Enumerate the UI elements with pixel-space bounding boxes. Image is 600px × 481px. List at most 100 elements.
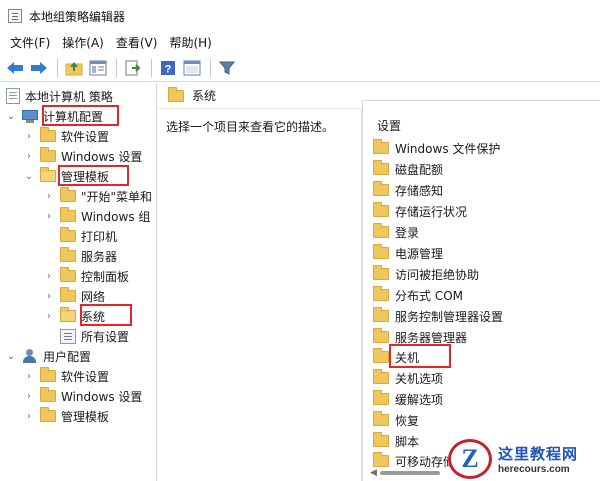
properties-icon[interactable] <box>181 57 203 79</box>
tree-item-user-config[interactable]: ⌄ 用户配置 <box>6 346 91 366</box>
watermark: Z 这里教程网 herecours.com <box>448 436 600 481</box>
list-item[interactable]: 脚本 <box>373 431 419 451</box>
tree-item-printers[interactable]: 打印机 <box>60 226 117 246</box>
list-item-label: 访问被拒绝协助 <box>395 267 480 282</box>
chevron-right-icon[interactable]: › <box>24 411 34 422</box>
tree-item-label: 用户配置 <box>43 349 92 364</box>
list-item[interactable]: 恢复 <box>373 410 419 430</box>
tree-item-label: 软件设置 <box>61 129 110 144</box>
tree-item-network[interactable]: › 网络 <box>44 286 105 306</box>
list-item[interactable]: 缓解选项 <box>373 389 443 409</box>
scroll-thumb[interactable] <box>380 471 440 475</box>
folder-icon <box>373 348 389 363</box>
list-item-label: 电源管理 <box>395 246 444 261</box>
list-item[interactable]: 访问被拒绝协助 <box>373 264 479 284</box>
computer-icon <box>22 109 38 123</box>
export-icon[interactable] <box>122 57 144 79</box>
tree-item-start-menu[interactable]: › "开始"菜单和 <box>44 186 152 206</box>
settings-list-icon <box>60 328 76 344</box>
folder-icon <box>40 387 56 402</box>
folder-icon <box>373 452 389 467</box>
show-hide-tree-icon[interactable] <box>87 57 109 79</box>
chevron-right-icon[interactable]: › <box>24 131 34 142</box>
tree-item-root[interactable]: 本地计算机 策略 <box>6 86 113 106</box>
chevron-right-icon[interactable]: › <box>44 311 54 322</box>
folder-icon <box>373 160 389 175</box>
scroll-left-icon[interactable]: ◀ <box>370 468 380 478</box>
list-item[interactable]: 关机选项 <box>373 368 443 388</box>
back-icon[interactable] <box>4 57 26 79</box>
folder-open-icon <box>60 307 76 322</box>
highlight-box <box>80 304 132 326</box>
list-item[interactable]: 存储感知 <box>373 180 443 200</box>
menu-file[interactable]: 文件(F) <box>4 32 56 54</box>
column-header-settings[interactable]: 设置 <box>377 117 401 134</box>
chevron-right-icon[interactable]: › <box>44 271 54 282</box>
tree-item-all-settings[interactable]: 所有设置 <box>60 326 129 346</box>
chevron-down-icon[interactable]: ⌄ <box>6 111 16 122</box>
filter-icon[interactable] <box>216 57 238 79</box>
up-folder-icon[interactable] <box>63 57 85 79</box>
tree-item-windows-components[interactable]: › Windows 组 <box>44 206 150 226</box>
list-item[interactable]: 服务控制管理器设置 <box>373 306 503 326</box>
folder-icon <box>60 247 76 262</box>
policy-document-icon <box>6 88 20 104</box>
folder-icon <box>60 267 76 282</box>
tree-item-label: Windows 组 <box>81 209 151 224</box>
folder-icon <box>373 244 389 259</box>
title-bar: 本地组策略编辑器 <box>0 0 600 32</box>
tree-item-label: 管理模板 <box>61 409 110 424</box>
chevron-right-icon[interactable]: › <box>44 291 54 302</box>
folder-icon <box>60 187 76 202</box>
tree-item-servers[interactable]: 服务器 <box>60 246 117 266</box>
forward-icon[interactable] <box>28 57 50 79</box>
chevron-right-icon[interactable]: › <box>24 151 34 162</box>
folder-icon <box>373 286 389 301</box>
watermark-url: herecours.com <box>498 463 570 475</box>
chevron-right-icon[interactable]: › <box>44 191 54 202</box>
description-text: 选择一个项目来查看它的描述。 <box>166 120 335 134</box>
list-item[interactable]: 分布式 COM <box>373 285 463 305</box>
highlight-box <box>389 344 451 368</box>
menu-action[interactable]: 操作(A) <box>56 32 110 54</box>
tree-item-windows-settings[interactable]: › Windows 设置 <box>24 146 142 166</box>
menu-help[interactable]: 帮助(H) <box>163 32 217 54</box>
folder-icon <box>373 328 389 343</box>
tree-item-label: 本地计算机 策略 <box>25 89 113 104</box>
list-item[interactable]: 磁盘配额 <box>373 159 443 179</box>
folder-icon <box>40 367 56 382</box>
tree-item-user-software-settings[interactable]: › 软件设置 <box>24 366 109 386</box>
tree-pane: 本地计算机 策略 ⌄ 计算机配置 › 软件设置 › Windows 设置 ⌄ 管… <box>0 83 157 481</box>
list-item[interactable]: Windows 文件保护 <box>373 138 500 158</box>
chevron-down-icon[interactable]: ⌄ <box>24 171 34 182</box>
horizontal-scrollbar[interactable]: ◀ <box>370 467 460 479</box>
toolbar-separator <box>57 58 58 77</box>
list-item-label: 缓解选项 <box>395 392 444 407</box>
help-icon[interactable]: ? <box>157 57 179 79</box>
list-item[interactable]: 登录 <box>373 222 419 242</box>
list-item-label: Windows 文件保护 <box>395 141 501 156</box>
tree-item-label: Windows 设置 <box>61 389 143 404</box>
list-item-label: 服务控制管理器设置 <box>395 309 504 324</box>
toolbar: ? <box>0 54 600 82</box>
tree-item-software-settings[interactable]: › 软件设置 <box>24 126 109 146</box>
folder-icon <box>373 390 389 405</box>
highlight-box <box>58 165 129 186</box>
folder-icon <box>373 202 389 217</box>
tree-item-label: 软件设置 <box>61 369 110 384</box>
chevron-right-icon[interactable]: › <box>24 371 34 382</box>
list-item-label: 存储感知 <box>395 183 444 198</box>
chevron-right-icon[interactable]: › <box>44 211 54 222</box>
chevron-right-icon[interactable]: › <box>24 391 34 402</box>
tree-item-user-admin-templates[interactable]: › 管理模板 <box>24 406 109 426</box>
list-item[interactable]: 存储运行状况 <box>373 201 467 221</box>
list-item[interactable]: 电源管理 <box>373 243 443 263</box>
tree-item-control-panel[interactable]: › 控制面板 <box>44 266 129 286</box>
tree-item-label: 网络 <box>81 289 106 304</box>
chevron-down-icon[interactable]: ⌄ <box>6 351 16 362</box>
tree-item-user-windows-settings[interactable]: › Windows 设置 <box>24 386 142 406</box>
list-item-label: 分布式 COM <box>395 288 463 303</box>
menu-view[interactable]: 查看(V) <box>110 32 164 54</box>
window-title: 本地组策略编辑器 <box>29 9 126 24</box>
folder-icon <box>60 207 76 222</box>
